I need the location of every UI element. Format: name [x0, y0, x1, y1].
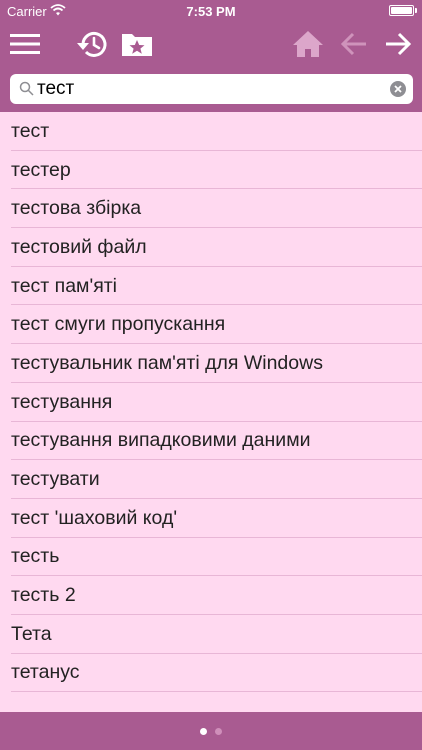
toolbar [0, 22, 422, 68]
page-dot[interactable] [215, 728, 222, 735]
status-bar: Carrier 7:53 PM [0, 0, 422, 22]
favorites-folder-icon[interactable] [119, 26, 155, 62]
list-item[interactable]: тесть 2 [0, 576, 422, 615]
list-item[interactable]: тест 'шаховий код' [0, 499, 422, 538]
battery-icon [389, 5, 414, 16]
back-arrow-icon[interactable] [337, 26, 371, 62]
list-item[interactable]: тестова збірка [0, 189, 422, 228]
battery-nub [415, 8, 417, 13]
list-item[interactable]: тестувальник пам'яті для Windows [0, 344, 422, 383]
list-item[interactable]: тетанус [0, 654, 422, 693]
clear-icon[interactable] [390, 81, 406, 102]
list-item[interactable]: тест пам'яті [0, 267, 422, 306]
list-item[interactable]: Тета [0, 615, 422, 654]
search-bar [0, 68, 422, 112]
list-item[interactable]: тестувати [0, 460, 422, 499]
history-icon[interactable] [73, 26, 111, 62]
forward-arrow-icon[interactable] [381, 26, 415, 62]
list-item[interactable]: тестер [0, 151, 422, 190]
list-item[interactable]: тестування випадковими даними [0, 422, 422, 461]
bottom-bar [0, 712, 422, 750]
home-icon[interactable] [290, 26, 326, 62]
list-item[interactable]: тесть [0, 538, 422, 577]
list-item[interactable]: тестовий файл [0, 228, 422, 267]
list-item[interactable]: тестування [0, 383, 422, 422]
search-input[interactable] [37, 76, 377, 102]
list-item[interactable]: тест [0, 112, 422, 151]
page-dot-active[interactable] [200, 728, 207, 735]
status-time: 7:53 PM [186, 4, 236, 19]
list-item[interactable]: тест смуги пропускання [0, 305, 422, 344]
search-box [10, 74, 413, 104]
search-icon [19, 81, 34, 101]
results-list: тест тестер тестова збірка тестовий файл… [0, 112, 422, 712]
menu-icon[interactable] [6, 26, 44, 62]
